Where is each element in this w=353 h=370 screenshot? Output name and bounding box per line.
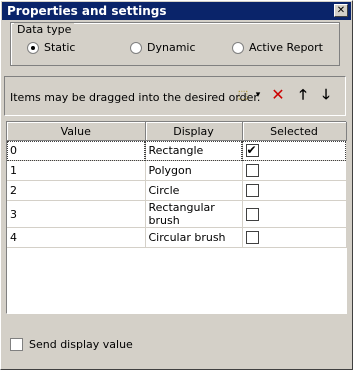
radio-active-report-button[interactable] [232, 41, 244, 54]
radio-dynamic-label: Dynamic [147, 41, 196, 54]
send-display-value-label: Send display value [29, 338, 133, 351]
title-bar[interactable]: Properties and settings ✕ [2, 2, 351, 20]
dialog-title: Properties and settings [7, 4, 167, 18]
cell-display[interactable]: Rectangle [145, 140, 243, 161]
cell-selected[interactable] [242, 180, 347, 201]
radio-static-label: Static [44, 41, 76, 54]
cell-value[interactable]: 3 [7, 200, 146, 228]
selected-checkbox[interactable] [245, 142, 259, 158]
drag-hint-text: Items may be dragged into the desired or… [10, 91, 261, 104]
cell-value[interactable]: 4 [7, 227, 146, 248]
grid-header: Value Display Selected [7, 122, 347, 141]
column-selected-header[interactable]: Selected [242, 122, 347, 141]
cell-value[interactable]: 2 [7, 180, 146, 201]
add-item-icon[interactable]: ⬚ [235, 86, 251, 104]
table-row[interactable]: 3 Rectangular brush [7, 200, 347, 228]
close-button[interactable]: ✕ [334, 4, 348, 17]
table-row[interactable]: 4 Circular brush [7, 227, 347, 248]
cell-selected[interactable] [242, 200, 347, 228]
send-display-value-checkbox[interactable] [10, 338, 23, 351]
radio-active-report[interactable]: Active Report [232, 41, 323, 54]
radio-dynamic-button[interactable] [130, 41, 142, 54]
column-display-header[interactable]: Display [145, 122, 243, 141]
cell-display[interactable]: Circular brush [145, 227, 243, 248]
cell-selected[interactable] [242, 140, 347, 161]
cell-selected[interactable] [242, 160, 347, 181]
selected-checkbox[interactable] [245, 164, 259, 178]
table-row[interactable]: 1 Polygon [7, 160, 347, 181]
cell-display[interactable]: Rectangular brush [145, 200, 243, 228]
radio-static-button[interactable] [27, 41, 39, 54]
cell-display[interactable]: Circle [145, 180, 243, 201]
move-down-icon[interactable]: 🡓 [318, 86, 334, 104]
cell-display[interactable]: Polygon [145, 160, 243, 181]
add-dropdown-icon[interactable]: ▾ [253, 86, 263, 104]
table-row[interactable]: 0 Rectangle [7, 140, 347, 161]
send-display-value-option[interactable]: Send display value [10, 338, 133, 351]
selected-checkbox[interactable] [245, 184, 259, 198]
selected-checkbox[interactable] [245, 231, 259, 245]
radio-active-report-label: Active Report [249, 41, 323, 54]
move-up-icon[interactable]: 🡑 [295, 86, 311, 104]
radio-static[interactable]: Static [27, 41, 75, 54]
radio-dynamic[interactable]: Dynamic [130, 41, 196, 54]
table-row[interactable]: 2 Circle [7, 180, 347, 201]
cell-value[interactable]: 0 [7, 140, 146, 161]
items-grid[interactable]: Value Display Selected 0 Rectangle 1 Pol… [6, 121, 347, 314]
cell-value[interactable]: 1 [7, 160, 146, 181]
column-value-header[interactable]: Value [7, 122, 146, 141]
cell-selected[interactable] [242, 227, 347, 248]
delete-icon[interactable]: ✕ [270, 86, 286, 104]
selected-checkbox[interactable] [245, 207, 259, 221]
data-type-legend: Data type [14, 23, 75, 36]
